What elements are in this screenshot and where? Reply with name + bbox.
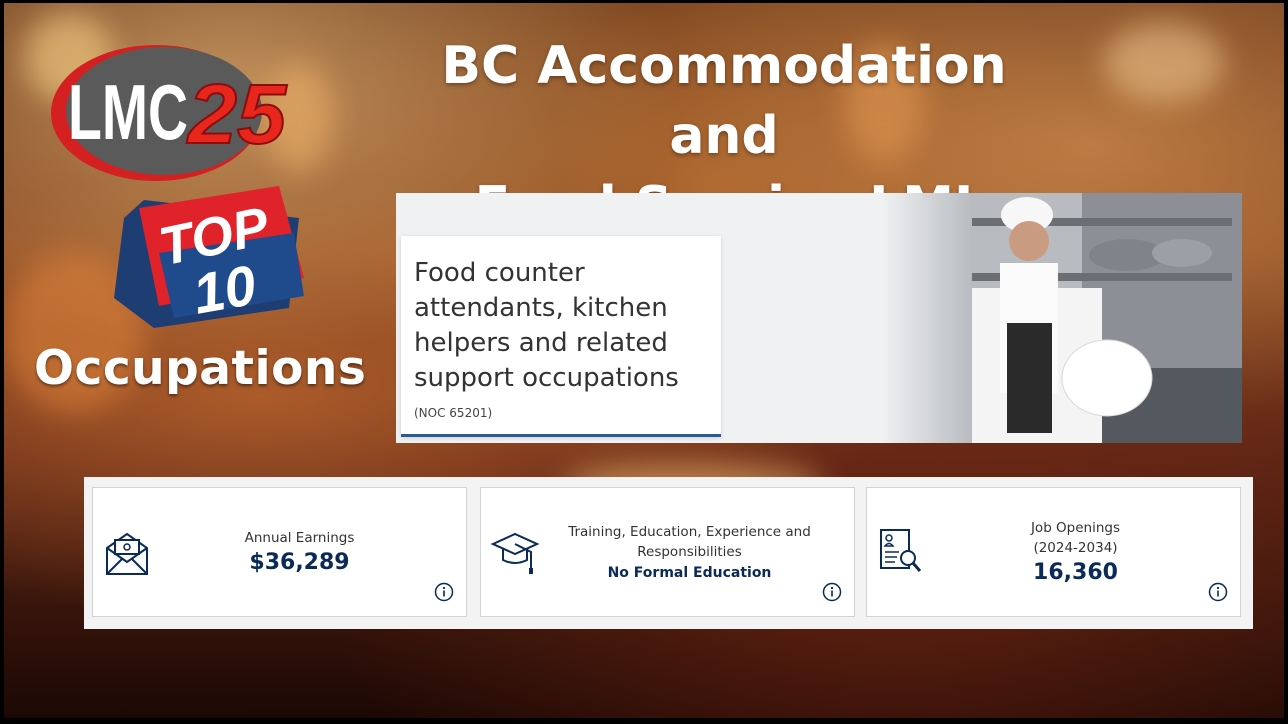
svg-text:LMC: LMC xyxy=(68,68,188,156)
info-icon[interactable] xyxy=(1208,582,1228,602)
badge-num: 10 xyxy=(188,253,260,326)
occupations-heading: Occupations xyxy=(34,341,367,396)
stats-panel: Annual Earnings $36,289 Training, Educat… xyxy=(84,477,1253,629)
top-10-badge: TOP 10 xyxy=(114,186,304,328)
training-label: Training, Education, Experience and Resp… xyxy=(568,524,811,560)
annual-earnings-card: Annual Earnings $36,289 xyxy=(92,487,467,617)
slide: BC Accommodation and Food Service LMI LM… xyxy=(4,3,1284,718)
occupation-card[interactable]: Food counter attendants, kitchen helpers… xyxy=(401,236,721,437)
job-openings-card: Job Openings (2024-2034) 16,360 xyxy=(866,487,1241,617)
noc-code: (NOC 65201) xyxy=(414,406,493,420)
annual-earnings-label: Annual Earnings xyxy=(244,530,355,546)
annual-earnings-value: $36,289 xyxy=(249,550,350,575)
job-openings-period: (2024-2034) xyxy=(1033,540,1118,556)
graduation-cap-icon xyxy=(491,532,539,574)
svg-text:25: 25 xyxy=(186,67,287,161)
info-icon[interactable] xyxy=(822,582,842,602)
info-icon[interactable] xyxy=(434,582,454,602)
envelope-money-icon xyxy=(106,532,148,575)
resume-search-icon xyxy=(880,529,922,572)
occupation-banner: Food counter attendants, kitchen helpers… xyxy=(396,193,1242,443)
occupation-name: Food counter attendants, kitchen helpers… xyxy=(414,258,679,393)
title-line-1: BC Accommodation and xyxy=(441,36,1007,166)
training-card: Training, Education, Experience and Resp… xyxy=(480,487,855,617)
bokeh-light xyxy=(1104,23,1224,103)
job-openings-label: Job Openings xyxy=(1030,520,1121,536)
lmc25-logo: LMC 25 xyxy=(51,45,288,181)
training-value: No Formal Education xyxy=(607,565,772,581)
job-openings-value: 16,360 xyxy=(1033,560,1118,585)
chef-washing-dishes-photo xyxy=(882,193,1242,443)
